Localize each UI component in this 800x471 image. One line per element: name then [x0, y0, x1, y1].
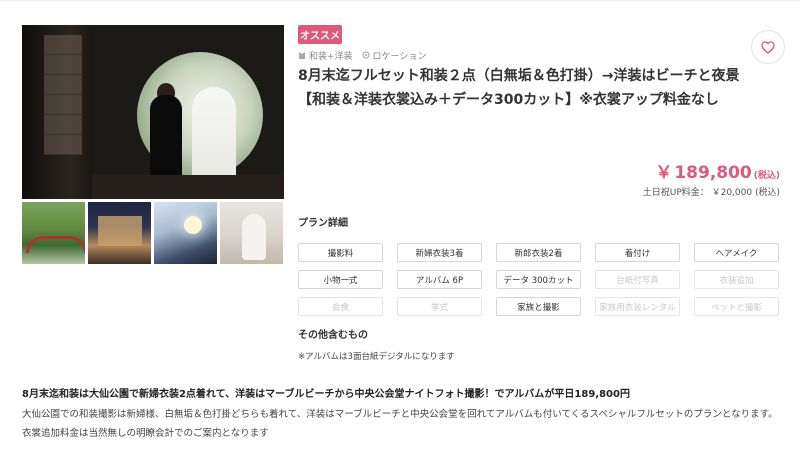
plan-card: オススメ 和装+洋装 ロケーション 8月末迄フルセット和装２点（白無垢＆色打掛）…: [0, 0, 800, 471]
plan-item: 小物一式: [298, 270, 383, 289]
description-body: 大仙公園での和装撮影は新婦様、白無垢＆色打掛どちらも着れて、洋装はマーブルビーチ…: [22, 409, 778, 439]
tag-location-label: ロケーション: [372, 51, 427, 62]
thumbnail-4[interactable]: [220, 202, 283, 264]
description-title: 8月末迄和装は大仙公園で新婦衣装2点着れて、洋装はマーブルビーチから中央公会堂ナ…: [22, 389, 630, 400]
main-photo[interactable]: [22, 25, 284, 199]
plan-item: 撮影料: [298, 243, 383, 262]
price-currency: ￥: [655, 163, 673, 183]
groom-figure: [150, 95, 182, 185]
plan-item: 家族と撮影: [496, 297, 581, 316]
plan-item-unavailable: 衣装追加: [694, 270, 779, 289]
recommend-badge: オススメ: [298, 25, 342, 44]
plan-item-unavailable: 会食: [298, 297, 383, 316]
plan-item: 新郎衣装2着: [496, 243, 581, 262]
price: ￥ 189,800 (税込): [655, 158, 780, 183]
other-included-note: ※アルバムは3面台紙デジタルになります: [298, 352, 455, 362]
tag-style-label: 和装+洋装: [309, 51, 353, 62]
thumbnail-1[interactable]: [22, 202, 85, 264]
thumbnail-3[interactable]: [154, 202, 217, 264]
plan-item-unavailable: 挙式: [397, 297, 482, 316]
plan-item: ヘアメイク: [694, 243, 779, 262]
tag-list: 和装+洋装 ロケーション: [298, 48, 435, 62]
plan-item-unavailable: 家族用衣装レンタル: [595, 297, 680, 316]
tag-location: ロケーション: [361, 49, 427, 62]
plan-item: 新婦衣装3着: [397, 243, 482, 262]
plan-item-unavailable: 台紙付写真: [595, 270, 680, 289]
price-tax: (税込): [753, 171, 780, 181]
top-divider: [0, 0, 800, 1]
plan-item: アルバム 6P: [397, 270, 482, 289]
location-icon: [361, 51, 370, 59]
plan-title[interactable]: 8月末迄フルセット和装２点（白無垢＆色打掛）→洋装はビーチと夜景【和装＆洋装衣裳…: [298, 64, 748, 112]
bride-figure: [192, 87, 236, 187]
kimono-icon: [299, 51, 305, 59]
favorite-button[interactable]: [751, 30, 785, 64]
price-amount: 189,800: [674, 163, 752, 183]
weekend-fee: 土日祝UP料金： ￥20,000 (税込): [642, 188, 780, 198]
heart-icon: [761, 40, 775, 54]
plan-item-unavailable: ペットと撮影: [694, 297, 779, 316]
plan-items-grid: 撮影料 新婦衣装3着 新郎衣装2着 着付け ヘアメイク 小物一式 アルバム 6P…: [298, 243, 782, 316]
plan-details-heading: プラン詳細: [298, 218, 348, 229]
thumbnail-2[interactable]: [88, 202, 151, 264]
plan-item: 着付け: [595, 243, 680, 262]
tag-style: 和装+洋装: [298, 49, 353, 62]
other-included-heading: その他含むもの: [298, 330, 368, 341]
plan-item: データ 300カット: [496, 270, 581, 289]
